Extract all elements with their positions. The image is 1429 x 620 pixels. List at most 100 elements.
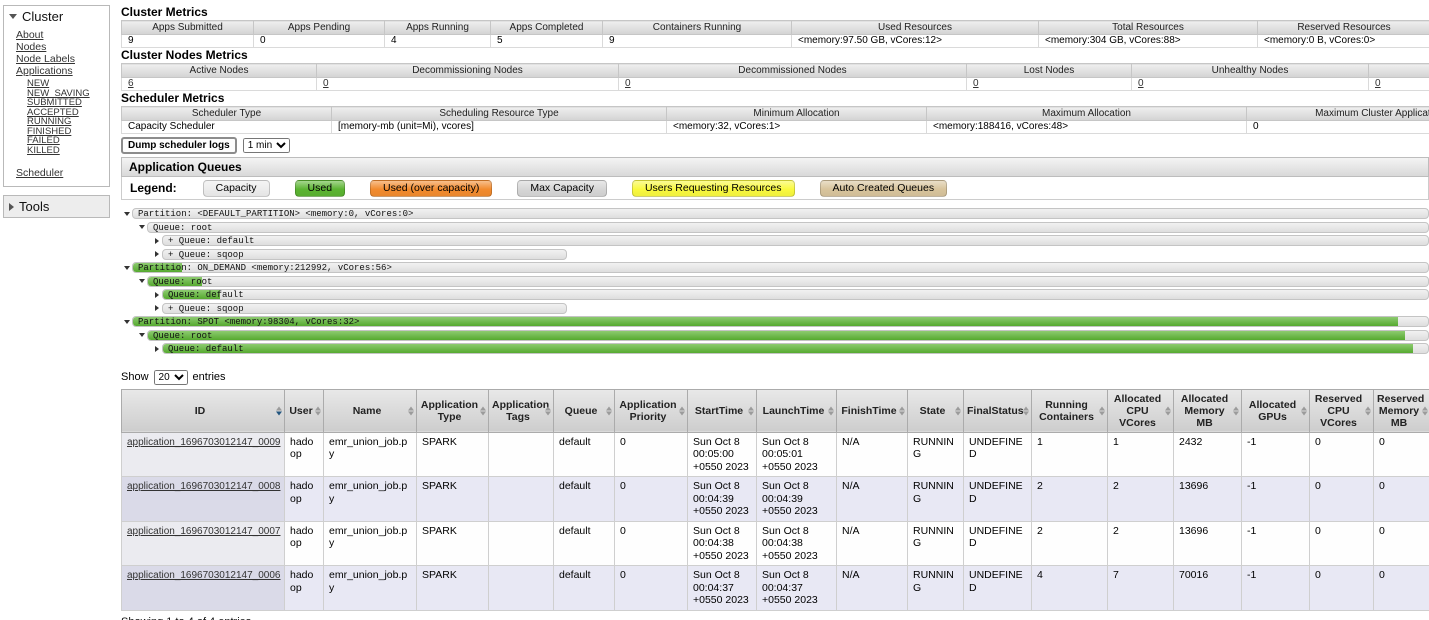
application-cell: RUNNING	[907, 431, 964, 477]
sidebar-link-about[interactable]: About	[16, 29, 43, 41]
column-header-queue[interactable]: Queue	[553, 388, 615, 433]
scheduler-metric-header-maximum-cluster-application-priority: Maximum Cluster Application Priority	[1246, 106, 1429, 121]
tools-section-toggle[interactable]: Tools	[4, 196, 109, 217]
queue-tree-node[interactable]: + Queue: sqoop	[121, 302, 1429, 316]
cluster-section-toggle[interactable]: Cluster	[4, 6, 109, 27]
cluster-nodes-metrics-table: Active Nodes Decommissioning Nodes Decommi…	[121, 63, 1429, 91]
column-header-state[interactable]: State	[907, 388, 964, 433]
column-header-finishtime[interactable]: FinishTime	[836, 388, 908, 433]
tree-expand-icon[interactable]	[154, 251, 159, 258]
sort-icon	[408, 406, 414, 415]
queue-bar-track: Queue: default	[162, 289, 1429, 301]
dump-scheduler-logs-button[interactable]: Dump scheduler logs	[121, 137, 237, 154]
application-cell: hadoop	[284, 565, 324, 611]
sort-down-arrow-icon	[408, 411, 414, 415]
column-header-finalstatus[interactable]: FinalStatus	[963, 388, 1032, 433]
queue-tree-node[interactable]: Queue: default	[121, 342, 1429, 356]
queue-tree-node[interactable]: Partition: ON_DEMAND <memory:212992, vCo…	[121, 261, 1429, 275]
queue-tree-node[interactable]: + Queue: default	[121, 234, 1429, 248]
queue-capacity-bar: Queue: root	[147, 329, 1429, 341]
application-link[interactable]: application_1696703012147_0006	[127, 570, 280, 581]
sort-down-arrow-icon	[1099, 411, 1105, 415]
column-header-name[interactable]: Name	[323, 388, 417, 433]
tree-expand-icon[interactable]	[154, 291, 159, 298]
column-header-label: Allocated Memory MB	[1180, 392, 1229, 429]
application-id-cell: application_1696703012147_0007	[121, 520, 285, 566]
sidebar-link-applications[interactable]: Applications	[16, 65, 73, 77]
cluster-metric-value-6: <memory:304 GB, vCores:88>	[1038, 34, 1258, 48]
column-header-user[interactable]: User	[284, 388, 324, 433]
column-header-label: Application Tags	[492, 398, 550, 423]
node-metric-value-link-1[interactable]: 0	[323, 79, 329, 90]
tree-collapse-icon[interactable]	[138, 279, 145, 284]
column-header-reserved-cpu-vcores[interactable]: Reserved CPU VCores	[1309, 388, 1374, 433]
sort-down-arrow-icon	[1301, 411, 1307, 415]
tree-expand-icon[interactable]	[154, 237, 159, 244]
sort-up-arrow-icon	[1301, 406, 1307, 410]
column-header-running-containers[interactable]: Running Containers	[1031, 388, 1108, 433]
application-cell: Sun Oct 8 00:05:00 +0550 2023	[687, 431, 757, 477]
scheduler-link-wrap: Scheduler	[4, 158, 109, 186]
log-interval-select[interactable]: 1 min	[242, 138, 290, 153]
sort-icon	[955, 406, 961, 415]
node-metric-value-link-5[interactable]: 0	[1375, 79, 1381, 90]
application-link[interactable]: application_1696703012147_0007	[127, 526, 280, 537]
legend-label: Legend:	[130, 181, 177, 195]
tree-expand-icon[interactable]	[154, 305, 159, 312]
column-header-allocated-memory-mb[interactable]: Allocated Memory MB	[1173, 388, 1242, 433]
sort-icon	[1023, 406, 1029, 415]
node-metric-value-link-3[interactable]: 0	[973, 79, 979, 90]
node-metric-value-link-0[interactable]: 6	[128, 79, 134, 90]
queue-tree-node[interactable]: + Queue: sqoop	[121, 248, 1429, 262]
node-metric-value-link-2[interactable]: 0	[625, 79, 631, 90]
queue-tree-node[interactable]: Partition: SPOT <memory:98304, vCores:32…	[121, 315, 1429, 329]
application-link[interactable]: application_1696703012147_0008	[127, 481, 280, 492]
sidebar-link-node-labels[interactable]: Node Labels	[16, 53, 75, 65]
scheduler-metric-value-1: [memory-mb (unit=Mi), vcores]	[331, 120, 667, 134]
queue-bar-track: + Queue: default	[162, 235, 1429, 247]
queue-tree-node[interactable]: Queue: root	[121, 221, 1429, 235]
queue-bar-track: + Queue: sqoop	[162, 248, 1429, 260]
cluster-metric-header-total-resources: Total Resources	[1038, 20, 1258, 35]
tree-expand-icon[interactable]	[154, 345, 159, 352]
queue-tree-node[interactable]: Partition: <DEFAULT_PARTITION> <memory:0…	[121, 207, 1429, 221]
node-metric-value-link-4[interactable]: 0	[1138, 79, 1144, 90]
column-header-starttime[interactable]: StartTime	[687, 388, 757, 433]
application-cell: Sun Oct 8 00:04:37 +0550 2023	[687, 565, 757, 611]
column-header-allocated-gpus[interactable]: Allocated GPUs	[1241, 388, 1310, 433]
application-link[interactable]: application_1696703012147_0009	[127, 437, 280, 448]
sidebar-link-scheduler[interactable]: Scheduler	[16, 167, 63, 179]
page-size-select[interactable]: 20	[153, 369, 188, 385]
tree-collapse-icon[interactable]	[138, 225, 145, 230]
tree-collapse-icon[interactable]	[123, 211, 130, 216]
column-header-id[interactable]: ID	[121, 388, 285, 433]
tree-arrow-cell	[151, 345, 162, 352]
tree-collapse-icon[interactable]	[138, 333, 145, 338]
column-header-allocated-cpu-vcores[interactable]: Allocated CPU VCores	[1107, 388, 1174, 433]
tree-collapse-icon[interactable]	[123, 319, 130, 324]
queue-tree-node[interactable]: Queue: root	[121, 329, 1429, 343]
column-header-application-priority[interactable]: Application Priority	[614, 388, 688, 433]
application-cell: -1	[1241, 520, 1310, 566]
column-header-reserved-memory-mb[interactable]: Reserved Memory MB	[1373, 388, 1429, 433]
main-content: Cluster Metrics Apps Submitted Apps Pendi…	[111, 0, 1429, 620]
column-header-application-type[interactable]: Application Type	[416, 388, 489, 433]
sidebar-link-nodes[interactable]: Nodes	[16, 41, 46, 53]
cluster-metric-value-4: 9	[602, 34, 792, 48]
queue-bar-track: + Queue: sqoop	[162, 302, 1429, 314]
column-header-application-tags[interactable]: Application Tags	[488, 388, 554, 433]
application-cell: Sun Oct 8 00:04:39 +0550 2023	[756, 476, 837, 522]
app-state-links: NEW NEW_SAVING SUBMITTED ACCEPTED RUNNING FIN…	[16, 79, 107, 155]
queue-tree-node[interactable]: Queue: default	[121, 288, 1429, 302]
application-cell: default	[553, 565, 615, 611]
sort-icon	[1099, 406, 1105, 415]
queue-capacity-bar: Partition: <DEFAULT_PARTITION> <memory:0…	[132, 208, 1429, 220]
application-cell: 70016	[1173, 565, 1242, 611]
queue-tree-node[interactable]: Queue: root	[121, 275, 1429, 289]
tree-collapse-icon[interactable]	[123, 265, 130, 270]
scheduler-metrics-title: Scheduler Metrics	[121, 91, 225, 105]
column-header-launchtime[interactable]: LaunchTime	[756, 388, 837, 433]
cluster-metric-header-apps-completed: Apps Completed	[490, 20, 603, 35]
node-metric-value-0: 6	[121, 77, 317, 91]
sidebar-link-killed[interactable]: KILLED	[27, 145, 60, 156]
